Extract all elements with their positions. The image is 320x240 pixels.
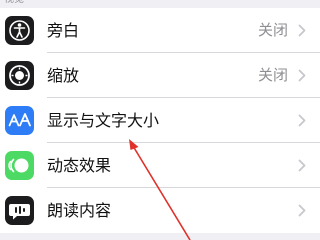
chevron-right-icon: [298, 69, 306, 82]
text-size-icon: [5, 106, 34, 135]
chevron-right-icon: [298, 159, 306, 172]
chevron-right-icon: [298, 114, 306, 127]
zoom-icon: [5, 61, 34, 90]
row-voiceover[interactable]: 旁白 关闭: [0, 8, 320, 53]
row-label: 显示与文字大小: [47, 111, 160, 130]
chevron-right-icon: [298, 24, 306, 37]
spoken-content-icon: [5, 196, 34, 225]
section-header-vision: 视觉: [4, 0, 24, 6]
row-zoom[interactable]: 缩放 关闭: [0, 53, 320, 98]
row-label: 朗读内容: [47, 201, 112, 220]
row-label: 旁白: [47, 21, 80, 40]
row-spoken-content[interactable]: 朗读内容: [0, 188, 320, 233]
voiceover-icon: [5, 16, 34, 45]
row-motion[interactable]: 动态效果: [0, 143, 320, 188]
chevron-right-icon: [298, 204, 306, 217]
row-value: 关闭: [257, 21, 288, 39]
accessibility-vision-list: 旁白 关闭 缩放 关闭 显示与文字大小 动态效果 朗读内容: [0, 8, 320, 233]
motion-icon: [5, 151, 34, 180]
row-value: 关闭: [257, 66, 288, 84]
row-display-text-size[interactable]: 显示与文字大小: [0, 98, 320, 143]
row-label: 缩放: [47, 66, 80, 85]
row-label: 动态效果: [47, 156, 112, 175]
